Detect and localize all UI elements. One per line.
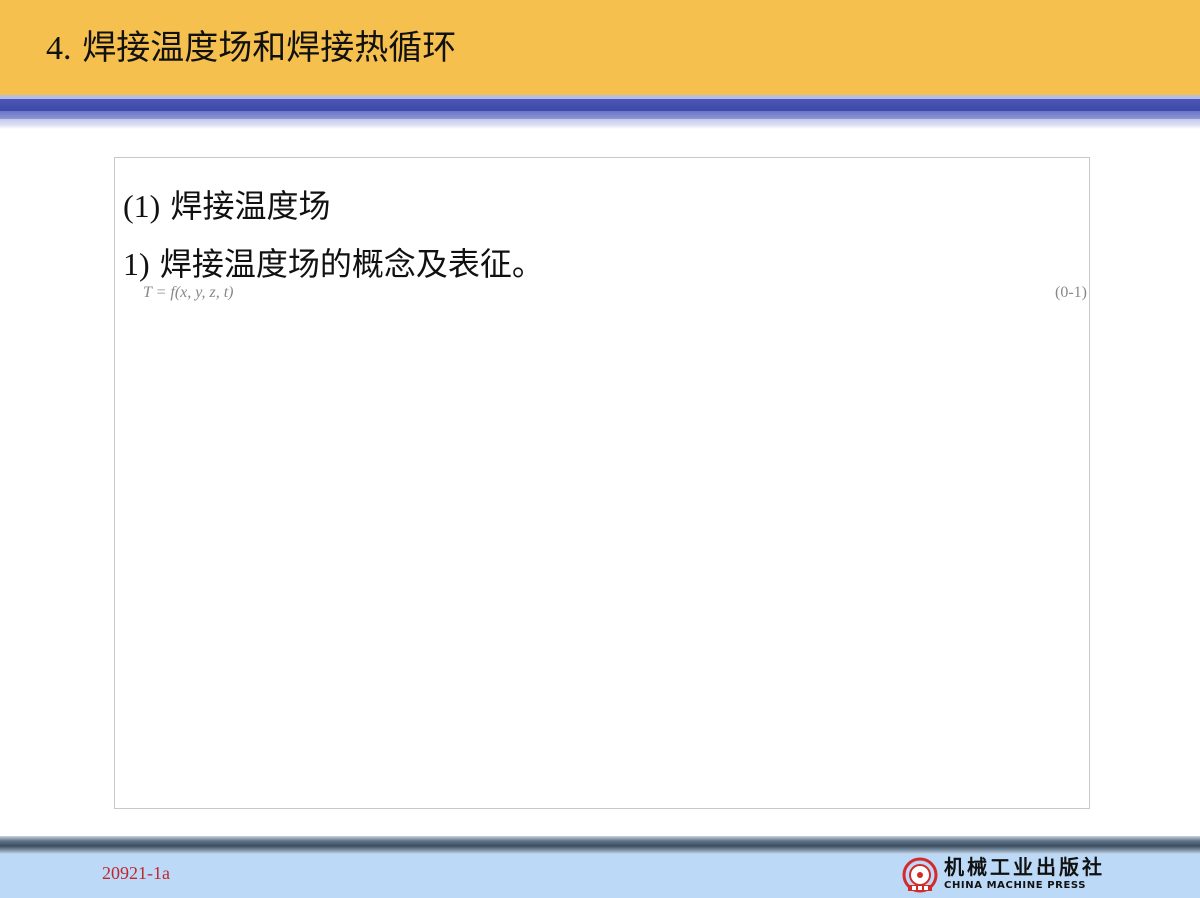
equation: T = f(x, y, z, t)	[143, 284, 234, 301]
slide-title-number: 4.	[46, 30, 72, 67]
publisher-logo: 机械工业出版社 CHINA MACHINE PRESS	[902, 854, 1112, 898]
slide-title: 4. 焊接温度场和焊接热循环	[46, 26, 456, 71]
footer-divider-stripe	[0, 836, 1200, 854]
publisher-name-cn: 机械工业出版社	[944, 855, 1105, 879]
publisher-emblem-icon	[902, 857, 938, 893]
subsection-heading: 1) 焊接温度场的概念及表征。	[123, 244, 544, 284]
section-heading-number: (1)	[123, 188, 161, 224]
equation-number: (0-1)	[1055, 284, 1087, 301]
slide-header: 4. 焊接温度场和焊接热循环	[0, 0, 1200, 95]
slide-title-text: 焊接温度场和焊接热循环	[82, 28, 457, 68]
subsection-heading-text: 焊接温度场的概念及表征。	[159, 245, 544, 283]
section-heading-text: 焊接温度场	[170, 187, 331, 225]
publisher-name-en: CHINA MACHINE PRESS	[944, 880, 1087, 891]
section-heading: (1) 焊接温度场	[123, 186, 331, 226]
slide-code: 20921-1a	[102, 863, 170, 883]
subsection-heading-number: 1)	[123, 246, 150, 282]
content-frame: (1) 焊接温度场 1) 焊接温度场的概念及表征。 T = f(x, y, z,…	[114, 157, 1090, 809]
header-divider-stripe	[0, 95, 1200, 129]
slide-footer: 20921-1a 机械工业出版社 CHINA MACHINE PRESS	[0, 854, 1200, 898]
